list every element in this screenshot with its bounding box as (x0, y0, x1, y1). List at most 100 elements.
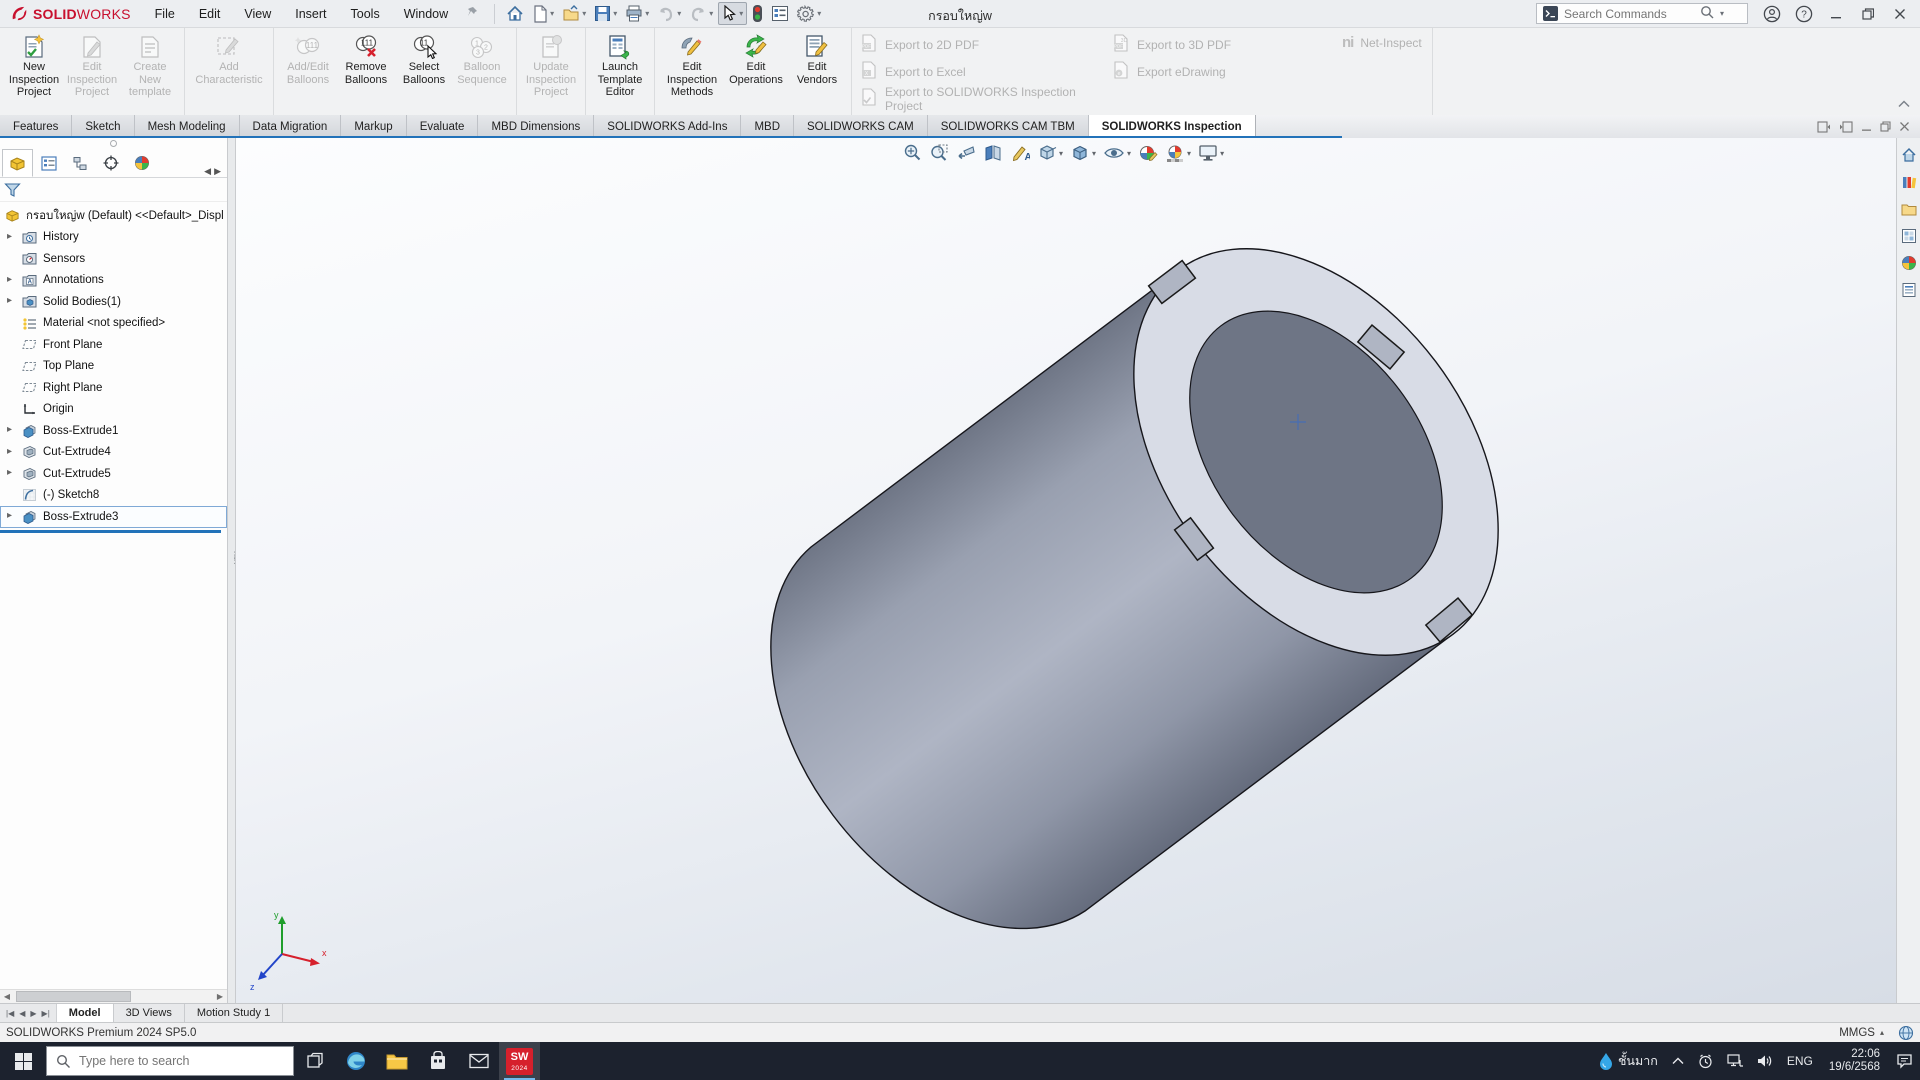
globe-icon[interactable] (1898, 1025, 1914, 1041)
apply-scene-icon[interactable]: ▾ (1165, 143, 1191, 163)
tab-evaluate[interactable]: Evaluate (407, 115, 479, 138)
taskbar-search-box[interactable] (46, 1046, 294, 1076)
tree-item-top-plane[interactable]: Top Plane (0, 356, 227, 378)
property-manager-tab[interactable] (33, 149, 64, 177)
edit-inspection-project-button[interactable]: Edit Inspection Project (63, 31, 121, 99)
next-window-icon[interactable] (1839, 121, 1853, 133)
tab-markup[interactable]: Markup (341, 115, 406, 138)
tab-mesh-modeling[interactable]: Mesh Modeling (135, 115, 240, 138)
action-center-icon[interactable] (1889, 1042, 1920, 1080)
taskbar-search-input[interactable] (79, 1054, 259, 1068)
microsoft-store-icon[interactable] (417, 1042, 458, 1080)
first-tab-icon[interactable]: |◀ (4, 1009, 16, 1018)
expander-icon[interactable]: ▸ (7, 231, 12, 242)
file-properties-icon[interactable] (768, 3, 792, 24)
search-icon[interactable] (1700, 5, 1714, 22)
edit-appearance-icon[interactable] (1138, 143, 1158, 163)
design-library-icon[interactable] (1900, 173, 1918, 191)
scroll-right-icon[interactable]: ▶ (213, 992, 227, 1001)
restore-button[interactable] (1854, 3, 1882, 25)
tree-item-boss-extrude1[interactable]: ▸ Boss-Extrude1 (0, 420, 227, 442)
display-manager-tab[interactable] (126, 149, 157, 177)
tree-item-history[interactable]: ▸ History (0, 227, 227, 249)
net-inspect-button[interactable]: Net-Inspect (1360, 36, 1421, 50)
scroll-left-icon[interactable]: ◀ (0, 992, 14, 1001)
add-characteristic-button[interactable]: Add Characteristic (190, 31, 268, 86)
tab-data-migration[interactable]: Data Migration (240, 115, 342, 138)
task-view-button[interactable] (294, 1042, 335, 1080)
panel-splitter-handle[interactable] (0, 138, 227, 148)
solidworks-resources-icon[interactable] (1900, 146, 1918, 164)
export-to-solidworks-inspection-project-button[interactable]: Export to SOLIDWORKS Inspection Project (860, 85, 1112, 112)
help-icon[interactable]: ? (1790, 3, 1818, 25)
scrollbar-thumb[interactable] (16, 991, 131, 1002)
menu-file[interactable]: File (145, 3, 185, 25)
solidworks-taskbar-icon[interactable]: SW2024 (499, 1042, 540, 1080)
dimxpert-manager-tab[interactable] (95, 149, 126, 177)
select-cursor-icon[interactable]: ▾ (718, 2, 747, 25)
print-icon[interactable]: ▾ (622, 3, 652, 24)
file-explorer-icon[interactable] (1900, 200, 1918, 218)
section-view-icon[interactable] (983, 143, 1003, 163)
units-selector[interactable]: MMGS▴ (1839, 1027, 1884, 1039)
tree-item-origin[interactable]: Origin (0, 399, 227, 421)
tree-item-cut-extrude5[interactable]: ▸ Cut-Extrude5 (0, 463, 227, 485)
tree-item-annotations[interactable]: ▸ A Annotations (0, 270, 227, 292)
open-document-icon[interactable]: ▾ (559, 3, 589, 25)
zoom-to-area-icon[interactable] (929, 143, 949, 163)
expander-icon[interactable]: ▸ (7, 467, 12, 478)
search-commands-input[interactable] (1564, 7, 1694, 21)
prev-tab-icon[interactable]: ◀ (17, 1009, 27, 1018)
next-tab-icon[interactable]: ▶ (28, 1009, 38, 1018)
menu-tools[interactable]: Tools (341, 3, 390, 25)
menu-edit[interactable]: Edit (189, 3, 231, 25)
hidden-icons-chevron[interactable] (1665, 1042, 1691, 1080)
network-icon[interactable] (1720, 1042, 1750, 1080)
add-edit-balloons-button[interactable]: 111 Add/Edit Balloons (279, 31, 337, 86)
edit-inspection-methods-button[interactable]: Edit Inspection Methods (660, 31, 724, 99)
model-cylinder[interactable] (771, 180, 1573, 929)
tab-motion-study-1[interactable]: Motion Study 1 (185, 1004, 283, 1022)
command-search-box[interactable]: ▾ (1536, 3, 1748, 24)
tree-horizontal-scrollbar[interactable]: ◀ ▶ (0, 989, 227, 1003)
create-new-template-button[interactable]: Create New template (121, 31, 179, 99)
file-explorer-taskbar-icon[interactable] (376, 1042, 417, 1080)
document-restore-icon[interactable] (1880, 121, 1891, 132)
document-close-icon[interactable] (1899, 121, 1910, 132)
expander-icon[interactable]: ▸ (7, 446, 12, 457)
start-button[interactable] (0, 1042, 46, 1080)
custom-properties-icon[interactable] (1900, 281, 1918, 299)
feature-manager-tab[interactable] (2, 149, 33, 177)
expander-icon[interactable]: ▸ (7, 295, 12, 306)
tree-item-solid-bodies[interactable]: ▸ Solid Bodies(1) (0, 291, 227, 313)
last-tab-icon[interactable]: ▶| (40, 1009, 52, 1018)
home-icon[interactable] (503, 3, 527, 25)
tab-solidworks-inspection[interactable]: SOLIDWORKS Inspection (1089, 115, 1256, 138)
rebuild-icon[interactable] (749, 2, 766, 25)
export-to-excel-button[interactable]: X Export to Excel (860, 58, 1112, 85)
alarms-icon[interactable] (1691, 1042, 1720, 1080)
previous-view-icon[interactable] (956, 143, 976, 163)
search-dropdown-icon[interactable]: ▾ (1720, 9, 1724, 18)
tab-sketch[interactable]: Sketch (72, 115, 134, 138)
tree-item-cut-extrude4[interactable]: ▸ Cut-Extrude4 (0, 442, 227, 464)
tab-solidworks-cam[interactable]: SOLIDWORKS CAM (794, 115, 928, 138)
hide-show-items-icon[interactable]: ▾ (1103, 143, 1131, 163)
minimize-button[interactable] (1822, 3, 1850, 25)
appearances-scenes-icon[interactable] (1900, 254, 1918, 272)
clock[interactable]: 22:06 19/6/2568 (1820, 1048, 1889, 1074)
tab-model[interactable]: Model (57, 1004, 114, 1022)
expander-icon[interactable]: ▸ (7, 510, 12, 521)
filter-funnel-icon[interactable] (4, 182, 21, 198)
new-document-icon[interactable]: ▾ (529, 3, 557, 25)
menu-insert[interactable]: Insert (285, 3, 336, 25)
configuration-manager-tab[interactable] (64, 149, 95, 177)
tree-item-front-plane[interactable]: Front Plane (0, 334, 227, 356)
tree-item-material[interactable]: Material <not specified> (0, 313, 227, 335)
hide-show-annotations-icon[interactable]: A (1010, 143, 1030, 163)
tree-root-part[interactable]: กรอบใหญ่w (Default) <<Default>_Displ (0, 205, 227, 227)
export-edrawing-button[interactable]: e Export eDrawing (1112, 58, 1324, 85)
save-icon[interactable]: ▾ (591, 3, 620, 24)
tab-mbd[interactable]: MBD (741, 115, 794, 138)
tab-features[interactable]: Features (0, 115, 72, 138)
